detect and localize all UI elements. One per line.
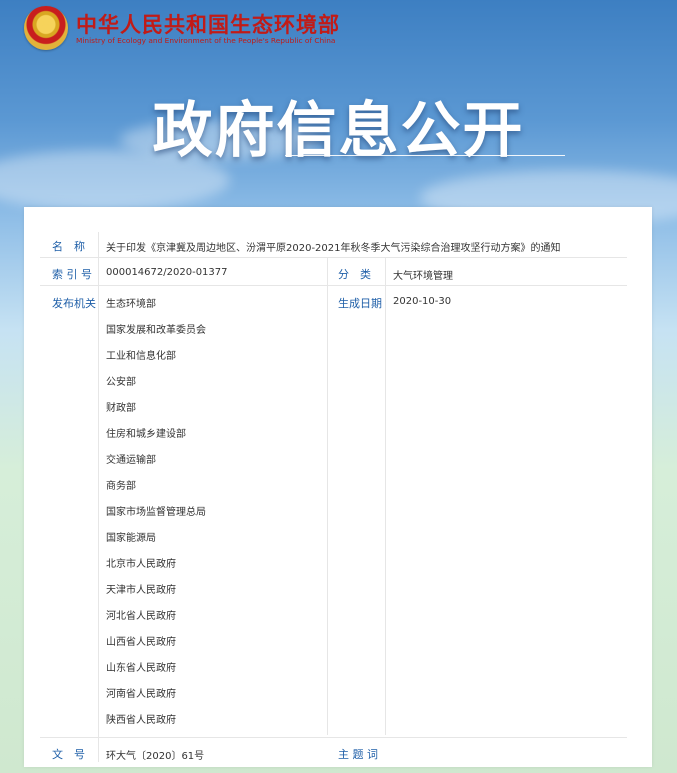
category-value: 大气环境管理 [393,271,453,282]
publisher-item: 北京市人民政府 [106,559,176,570]
site-header: ★ 中华人民共和国生态环境部 Ministry of Ecology and E… [0,0,677,60]
publisher-item: 生态环境部 [106,299,156,310]
publisher-label: 发布机关 [52,297,96,310]
doc-no-value: 环大气〔2020〕61号 [106,751,205,762]
keywords-label: 主 题 词 [338,748,378,761]
publisher-item: 住房和城乡建设部 [106,429,186,440]
publisher-item: 山东省人民政府 [106,663,176,674]
publisher-item: 陕西省人民政府 [106,715,176,726]
doc-no-row: 文 号 环大气〔2020〕61号 主 题 词 [40,738,627,764]
publisher-item: 国家市场监督管理总局 [106,507,206,518]
publisher-item: 交通运输部 [106,455,156,466]
title-label: 名 称 [52,240,85,253]
index-label: 索 引 号 [52,268,92,281]
publisher-item: 河南省人民政府 [106,689,176,700]
publisher-item: 商务部 [106,481,136,492]
publisher-item: 国家能源局 [106,533,156,544]
publisher-item: 河北省人民政府 [106,611,176,622]
publisher-row: 发布机关 生态环境部 国家发展和改革委员会 工业和信息化部 公安部 财政部 住房… [40,286,627,738]
title-value: 关于印发《京津冀及周边地区、汾渭平原2020-2021年秋冬季大气污染综合治理攻… [106,243,561,254]
document-info-table: 名 称 关于印发《京津冀及周边地区、汾渭平原2020-2021年秋冬季大气污染综… [40,232,627,764]
publisher-item: 工业和信息化部 [106,351,176,362]
doc-no-label: 文 号 [52,748,85,761]
column-divider [98,232,99,762]
banner-divider [285,155,565,156]
national-emblem-icon[interactable]: ★ [24,6,68,50]
index-row: 索 引 号 000014672/2020-01377 分 类 大气环境管理 [40,258,627,286]
publisher-item: 国家发展和改革委员会 [106,325,206,336]
publisher-item: 天津市人民政府 [106,585,176,596]
category-label: 分 类 [338,268,371,281]
emblem-star-icon: ★ [39,14,53,30]
org-name-cn[interactable]: 中华人民共和国生态环境部 [76,9,340,39]
column-divider [385,257,386,735]
org-name-en[interactable]: Ministry of Ecology and Environment of t… [76,36,335,45]
index-value: 000014672/2020-01377 [106,267,228,278]
publisher-item: 公安部 [106,377,136,388]
publisher-item: 山西省人民政府 [106,637,176,648]
date-label: 生成日期 [338,297,382,310]
column-divider [327,257,328,735]
publisher-item: 财政部 [106,403,136,414]
title-row: 名 称 关于印发《京津冀及周边地区、汾渭平原2020-2021年秋冬季大气污染综… [40,232,627,258]
date-value: 2020-10-30 [393,296,452,307]
